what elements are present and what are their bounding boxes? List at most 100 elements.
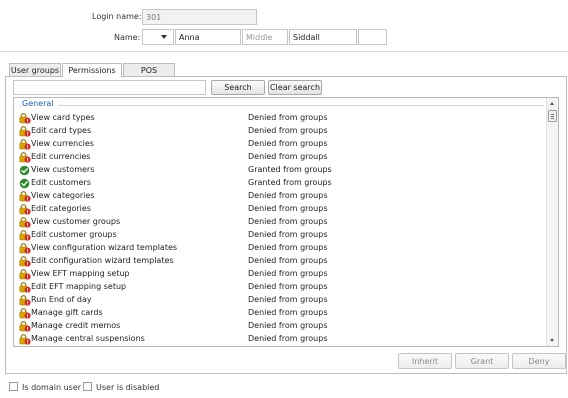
last-name-field[interactable]: Siddall (289, 29, 357, 45)
permission-name: Manage central suspensions (31, 334, 145, 343)
permission-status: Denied from groups (248, 256, 328, 265)
permission-row[interactable]: View configuration wizard templates Denie… (14, 242, 546, 255)
permission-row[interactable]: View customers Granted from groups (14, 164, 546, 177)
lock-warning-icon (19, 204, 31, 215)
permission-row[interactable]: Manage gift cards Denied from groups (14, 307, 546, 320)
tab-user-groups[interactable]: User groups (9, 63, 61, 77)
permission-status: Denied from groups (248, 191, 328, 200)
lock-warning-icon (19, 217, 31, 228)
middle-name-field[interactable]: Middle (242, 29, 288, 45)
lock-warning-icon (19, 139, 31, 150)
lock-warning-icon (19, 243, 31, 254)
search-input[interactable] (13, 80, 206, 95)
permission-name: View configuration wizard templates (31, 243, 178, 252)
permission-status: Granted from groups (248, 165, 332, 174)
permission-name: View customer groups (31, 217, 121, 226)
scroll-down-button[interactable] (547, 335, 558, 345)
permission-name: Edit categories (31, 204, 91, 213)
clear-search-button[interactable]: Clear search (268, 80, 322, 95)
permission-row[interactable]: View customer groups Denied from groups (14, 216, 546, 229)
permission-name: Manage gift cards (31, 308, 103, 317)
user-disabled-checkbox[interactable] (83, 382, 92, 391)
check-circle-icon (19, 178, 31, 189)
tab-permissions[interactable]: Permissions (62, 63, 122, 78)
header-divider (0, 51, 568, 52)
group-title: General (22, 99, 58, 108)
deny-button[interactable]: Deny (512, 353, 566, 369)
permission-status: Denied from groups (248, 295, 328, 304)
permission-status: Denied from groups (248, 334, 328, 343)
name-label: Name: (114, 33, 141, 42)
lock-warning-icon (19, 152, 31, 163)
lock-warning-icon (19, 334, 31, 345)
check-circle-icon (19, 165, 31, 176)
permission-status: Denied from groups (248, 152, 328, 161)
permission-name: View card types (31, 113, 95, 122)
permission-status: Denied from groups (248, 282, 328, 291)
permission-row[interactable]: View categories Denied from groups (14, 190, 546, 203)
permission-name: Run End of day (31, 295, 92, 304)
permission-row[interactable]: Edit configuration wizard templates Denie… (14, 255, 546, 268)
permission-status: Denied from groups (248, 243, 328, 252)
permissions-panel: Search Clear search General View card ty… (5, 76, 567, 374)
permission-status: Denied from groups (248, 113, 328, 122)
permission-status: Denied from groups (248, 269, 328, 278)
permission-row[interactable]: Manage central suspensions Denied from gr… (14, 333, 546, 346)
permission-name: Edit configuration wizard templates (31, 256, 174, 265)
permission-name: View EFT mapping setup (31, 269, 130, 278)
suffix-field[interactable] (358, 29, 387, 45)
permission-row[interactable]: Edit currencies Denied from groups (14, 151, 546, 164)
permission-name: View customers (31, 165, 95, 174)
first-name-field[interactable]: Anna (175, 29, 241, 45)
permissions-list[interactable]: General View card types Denied from group… (13, 97, 559, 347)
is-domain-user-label: Is domain user (22, 383, 82, 392)
arrow-down-icon (550, 339, 554, 342)
title-dropdown[interactable] (142, 29, 174, 45)
permission-name: Edit customer groups (31, 230, 117, 239)
inherit-button[interactable]: Inherit (398, 353, 452, 369)
lock-warning-icon (19, 126, 31, 137)
permission-name: Edit card types (31, 126, 92, 135)
permission-row[interactable]: View currencies Denied from groups (14, 138, 546, 151)
permission-status: Denied from groups (248, 126, 328, 135)
permission-name: Edit customers (31, 178, 91, 187)
permission-row[interactable]: Run End of day Denied from groups (14, 294, 546, 307)
permission-row[interactable]: Edit categories Denied from groups (14, 203, 546, 216)
arrow-up-icon (550, 102, 554, 105)
grant-button[interactable]: Grant (455, 353, 509, 369)
permission-status: Denied from groups (248, 230, 328, 239)
login-name-field: 301 (142, 9, 257, 25)
permission-row[interactable]: Edit card types Denied from groups (14, 125, 546, 138)
lock-warning-icon (19, 191, 31, 202)
permission-status: Denied from groups (248, 217, 328, 226)
lock-warning-icon (19, 321, 31, 332)
tab-pos-settings[interactable]: POS settings (123, 63, 175, 84)
scroll-thumb[interactable] (548, 110, 557, 122)
user-disabled-label: User is disabled (96, 383, 160, 392)
is-domain-user-checkbox[interactable] (9, 382, 18, 391)
search-button[interactable]: Search (211, 80, 265, 95)
permission-row[interactable]: Manage credit memos Denied from groups (14, 320, 546, 333)
permission-row[interactable]: Edit EFT mapping setup Denied from groups (14, 281, 546, 294)
lock-warning-icon (19, 256, 31, 267)
permission-name: Manage credit memos (31, 321, 121, 330)
permission-status: Granted from groups (248, 178, 332, 187)
lock-warning-icon (19, 308, 31, 319)
permission-row[interactable]: Edit customers Granted from groups (14, 177, 546, 190)
vertical-scrollbar[interactable] (546, 98, 558, 346)
chevron-down-icon (161, 35, 167, 39)
login-name-label: Login name: (92, 12, 142, 21)
scroll-up-button[interactable] (547, 99, 558, 109)
lock-warning-icon (19, 269, 31, 280)
permission-name: View currencies (31, 139, 94, 148)
lock-warning-icon (19, 230, 31, 241)
permission-row[interactable]: View card types Denied from groups (14, 112, 546, 125)
permission-name: View categories (31, 191, 95, 200)
lock-warning-icon (19, 282, 31, 293)
permission-row[interactable]: Edit customer groups Denied from groups (14, 229, 546, 242)
permission-row[interactable]: View EFT mapping setup Denied from groups (14, 268, 546, 281)
permission-status: Denied from groups (248, 308, 328, 317)
lock-warning-icon (19, 295, 31, 306)
permission-name: Edit EFT mapping setup (31, 282, 127, 291)
permission-name: Edit currencies (31, 152, 91, 161)
